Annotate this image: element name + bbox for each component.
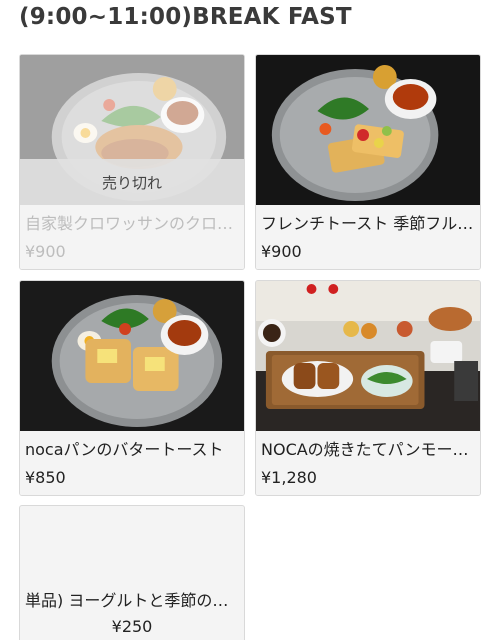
menu-item-name: NOCAの焼きたてパンモーニング	[261, 440, 475, 459]
menu-item-name: 単品) ヨーグルトと季節のフルーツ	[25, 591, 239, 610]
menu-item-price: ¥250	[111, 617, 153, 636]
menu-item-photo	[256, 281, 480, 431]
sold-out-badge: 売り切れ	[20, 159, 244, 205]
menu-item-card[interactable]: 単品) ヨーグルトと季節のフルーツ ¥250	[19, 505, 245, 640]
menu-item-card[interactable]: nocaパンのバタートースト ¥850	[19, 280, 245, 496]
menu-item-card[interactable]: NOCAの焼きたてパンモーニング ¥1,280	[255, 280, 481, 496]
menu-item-name: 自家製クロワッサンのクロックムッシュ	[25, 214, 239, 233]
menu-item-price: ¥900	[25, 242, 66, 261]
menu-item-name: nocaパンのバタートースト	[25, 440, 224, 459]
menu-item-price: ¥850	[25, 468, 66, 487]
menu-item-photo	[20, 281, 244, 431]
menu-item-price: ¥900	[261, 242, 302, 261]
menu-item-photo	[256, 55, 480, 205]
menu-item-price: ¥1,280	[261, 468, 317, 487]
menu-item-photo: 売り切れ	[20, 55, 244, 205]
menu-item-card[interactable]: フレンチトースト 季節フルーツ添え ¥900	[255, 54, 481, 270]
menu-item-name: フレンチトースト 季節フルーツ添え	[261, 214, 475, 233]
section-title: (9:00~11:00)BREAK FAST	[19, 4, 352, 30]
menu-item-card[interactable]: 売り切れ 自家製クロワッサンのクロックムッシュ ¥900	[19, 54, 245, 270]
